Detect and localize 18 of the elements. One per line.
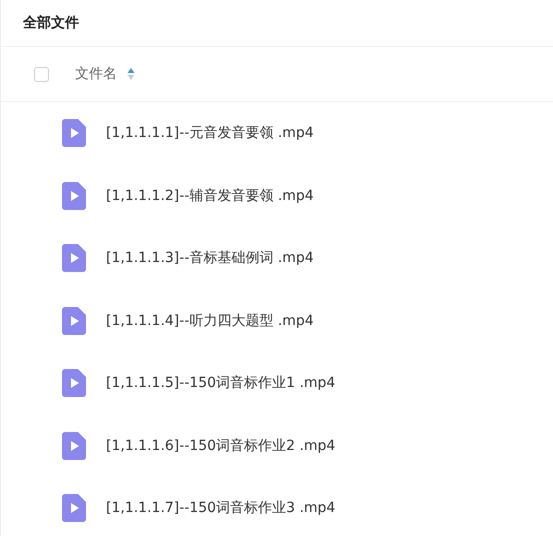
file-name[interactable]: [1,1.1.1.5]--150词音标作业1 .mp4 — [106, 374, 336, 392]
file-name[interactable]: [1,1.1.1.7]--150词音标作业3 .mp4 — [106, 499, 336, 518]
video-file-icon — [62, 244, 86, 272]
select-all-checkbox[interactable] — [34, 66, 49, 82]
video-file-icon — [62, 119, 86, 148]
video-file-icon — [62, 369, 86, 398]
video-file-icon — [62, 432, 86, 460]
sort-icon[interactable] — [127, 67, 135, 81]
file-name[interactable]: [1,1.1.1.1]--元音发音要领 .mp4 — [106, 124, 314, 142]
file-name[interactable]: [1,1.1.1.4]--听力四大题型 .mp4 — [106, 312, 314, 330]
page-title: 全部文件 — [23, 15, 79, 31]
video-file-icon — [62, 182, 86, 210]
file-name[interactable]: [1,1.1.1.6]--150词音标作业2 .mp4 — [106, 436, 336, 455]
file-name[interactable]: [1,1.1.1.2]--辅音发音要领 .mp4 — [106, 186, 314, 205]
column-header[interactable]: 文件名 — [75, 65, 117, 83]
video-file-icon — [62, 306, 86, 335]
video-file-icon — [62, 494, 86, 522]
file-name[interactable]: [1,1.1.1.3]--音标基础例词 .mp4 — [106, 249, 314, 268]
